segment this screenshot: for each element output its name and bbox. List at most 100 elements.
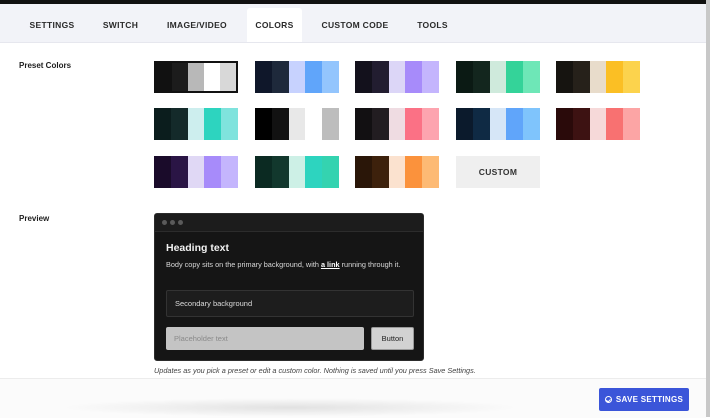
swatch-stripe: [371, 61, 389, 93]
swatch-stripe: [623, 61, 640, 93]
swatch-stripe: [221, 108, 238, 140]
preview-body-copy: Body copy sits on the primary background…: [166, 260, 401, 269]
swatch-stripe: [271, 156, 289, 188]
swatch-stripe: [288, 61, 306, 93]
swatch-stripe: [170, 156, 188, 188]
swatch-stripe: [572, 108, 590, 140]
swatch-stripe: [271, 61, 289, 93]
preset-swatch[interactable]: [154, 156, 238, 188]
preview-link[interactable]: a link: [321, 260, 340, 269]
swatch-stripe: [305, 156, 323, 188]
swatch-stripe: [204, 156, 222, 188]
preset-swatch[interactable]: [255, 61, 339, 93]
preset-swatch[interactable]: [154, 61, 238, 93]
preset-swatch[interactable]: [556, 61, 640, 93]
swatch-stripe: [606, 108, 624, 140]
swatch-stripe: [322, 61, 339, 93]
swatch-stripe: [355, 156, 372, 188]
swatch-stripe: [156, 63, 172, 91]
swatch-stripe: [288, 156, 306, 188]
preset-swatch[interactable]: [556, 108, 640, 140]
save-settings-label: SAVE SETTINGS: [615, 395, 684, 404]
tab-colors[interactable]: COLORS: [247, 8, 302, 42]
tab-bar: SETTINGS SWITCH IMAGE/VIDEO COLORS CUSTO…: [0, 4, 710, 43]
window-dot-icon: [170, 220, 175, 225]
swatch-stripe: [322, 156, 339, 188]
preset-swatch[interactable]: [355, 61, 439, 93]
swatch-stripe: [255, 61, 272, 93]
preset-swatch[interactable]: [456, 61, 540, 93]
swatch-stripe: [204, 63, 220, 91]
swatch-stripe: [405, 61, 423, 93]
swatch-stripe: [456, 61, 473, 93]
preset-swatch[interactable]: [255, 156, 339, 188]
swatch-stripe: [220, 63, 236, 91]
swatch-stripe: [187, 108, 205, 140]
preview-note: Updates as you pick a preset or edit a c…: [154, 366, 476, 375]
swatch-stripe: [422, 108, 439, 140]
swatch-stripe: [472, 108, 490, 140]
tab-settings[interactable]: SETTINGS: [18, 8, 86, 42]
window-dot-icon: [162, 220, 167, 225]
preset-swatch[interactable]: [456, 108, 540, 140]
swatch-stripe: [154, 108, 171, 140]
custom-color-button[interactable]: CUSTOM: [456, 156, 540, 188]
swatch-stripe: [188, 63, 204, 91]
swatch-stripe: [589, 61, 607, 93]
scrollbar-rail[interactable]: [706, 0, 710, 417]
swatch-stripe: [388, 108, 406, 140]
preview-input[interactable]: [166, 327, 364, 350]
swatch-stripe: [506, 108, 524, 140]
swatch-stripe: [355, 61, 372, 93]
preset-swatch[interactable]: [355, 156, 439, 188]
swatch-stripe: [506, 61, 524, 93]
swatch-stripe: [371, 156, 389, 188]
swatch-stripe: [472, 61, 490, 93]
save-settings-button[interactable]: SAVE SETTINGS: [599, 388, 689, 411]
preset-swatch[interactable]: [355, 108, 439, 140]
tab-switch[interactable]: SWITCH: [93, 8, 148, 42]
swatch-stripe: [422, 156, 439, 188]
footer-shadow: [60, 398, 520, 417]
window-dot-icon: [178, 220, 183, 225]
swatch-stripe: [355, 108, 372, 140]
tab-image-video[interactable]: IMAGE/VIDEO: [158, 8, 236, 42]
swatch-stripe: [187, 156, 205, 188]
swatch-stripe: [556, 108, 573, 140]
swatch-stripe: [572, 61, 590, 93]
preset-colors-label: Preset Colors: [19, 61, 72, 70]
swatch-stripe: [489, 108, 507, 140]
preview-heading: Heading text: [166, 242, 230, 254]
preset-swatch[interactable]: [154, 108, 238, 140]
preview-secondary-box: Secondary background: [166, 290, 414, 317]
swatch-stripe: [456, 108, 473, 140]
swatch-stripe: [305, 108, 323, 140]
swatch-stripe: [154, 156, 171, 188]
swatch-stripe: [589, 108, 607, 140]
swatch-stripe: [388, 156, 406, 188]
preview-label: Preview: [19, 214, 50, 223]
swatch-stripe: [606, 61, 624, 93]
swatch-stripe: [405, 156, 423, 188]
preview-button[interactable]: Button: [371, 327, 414, 350]
swatch-stripe: [305, 61, 323, 93]
swatch-stripe: [204, 108, 222, 140]
swatch-stripe: [322, 108, 339, 140]
preview-titlebar: [155, 214, 423, 232]
preset-swatch[interactable]: [255, 108, 339, 140]
swatch-stripe: [221, 156, 238, 188]
swatch-stripe: [255, 156, 272, 188]
swatch-stripe: [556, 61, 573, 93]
swatch-stripe: [255, 108, 272, 140]
tab-tools[interactable]: TOOLS: [405, 8, 460, 42]
swatch-stripe: [271, 108, 289, 140]
check-circle-icon: [604, 396, 612, 403]
swatch-stripe: [422, 61, 439, 93]
preview-panel: Heading text Body copy sits on the prima…: [154, 213, 424, 361]
swatch-stripe: [489, 61, 507, 93]
swatch-stripe: [388, 61, 406, 93]
swatch-stripe: [170, 108, 188, 140]
swatch-stripe: [172, 63, 188, 91]
swatch-stripe: [523, 61, 540, 93]
tab-custom-code[interactable]: CUSTOM CODE: [315, 8, 395, 42]
